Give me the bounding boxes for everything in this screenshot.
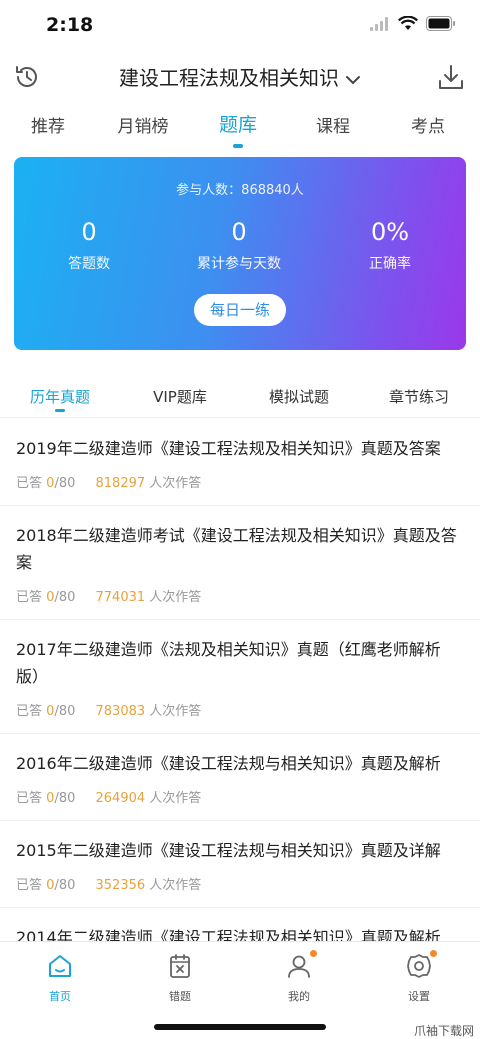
user-icon-wrap [285,950,317,980]
list-item[interactable]: 2018年二级建造师考试《建设工程法规及相关知识》真题及答案 已答 0/80 7… [0,506,480,620]
nav-settings-label: 设置 [408,990,430,1003]
settings-icon [407,954,431,978]
attempt-suffix: 人次作答 [149,590,202,605]
question-total: /80 [54,476,76,491]
tab-courses[interactable]: 课程 [293,112,373,137]
nav-profile-label: 我的 [288,990,310,1003]
home-indicator [154,1024,326,1030]
notification-dot [430,950,437,957]
main-tabs: 推荐 月销榜 题库 课程 考点 [0,108,480,152]
attempt-count: 774031 [95,590,146,605]
user-icon [288,955,310,978]
download-button[interactable] [436,62,466,92]
wifi-icon [398,16,418,30]
answered-prefix: 已答 [16,476,43,491]
status-bar: 2:18 [0,0,480,52]
nav-profile[interactable]: 我的 [259,950,339,1004]
paper-meta: 已答 0/80 352356 人次作答 [16,874,464,893]
participants-count: 参与人数：868840人 [176,183,304,198]
paper-title: 2015年二级建造师《建设工程法规与相关知识》真题及详解 [16,841,441,860]
status-icons [370,16,456,31]
list-item[interactable]: 2019年二级建造师《建设工程法规及相关知识》真题及答案 已答 0/80 818… [0,419,480,506]
answered-prefix: 已答 [16,590,43,605]
attempt-count: 352356 [95,878,146,893]
subtab-indicator [55,409,65,412]
stats-card: 参与人数：868840人 0 答题数 0 累计参与天数 0% 正确率 每日一练 [14,157,466,350]
stat-days-label: 累计参与天数 [197,256,281,272]
question-total: /80 [54,791,76,806]
stat-answered-value: 0 [81,218,97,246]
download-icon [439,65,463,89]
paper-meta: 已答 0/80 818297 人次作答 [16,472,464,491]
subtab-chapter-practice[interactable]: 章节练习 [364,386,474,407]
sub-tabs: 历年真题 VIP题库 模拟试题 章节练习 [0,376,480,418]
paper-meta: 已答 0/80 264904 人次作答 [16,787,464,806]
subtab-vip-bank[interactable]: VIP题库 [125,386,235,407]
stat-days-value: 0 [231,218,247,246]
stat-days: 0 累计参与天数 [174,217,304,273]
title-bar: 建设工程法规及相关知识 [0,56,480,100]
nav-wrong-questions-label: 错题 [169,990,191,1003]
tab-recommend[interactable]: 推荐 [8,112,88,137]
attempt-suffix: 人次作答 [149,878,202,893]
nav-wrong-questions[interactable]: 错题 [140,952,220,1004]
list-item[interactable]: 2017年二级建造师《法规及相关知识》真题（红鹰老师解析版） 已答 0/80 7… [0,620,480,734]
signal-icon [370,16,388,31]
stat-answered: 0 答题数 [24,217,154,273]
watermark: 爪袖下载网 [413,1024,474,1038]
attempt-count: 783083 [95,704,146,719]
nav-home-label: 首页 [49,990,71,1003]
subtab-past-papers[interactable]: 历年真题 [5,386,115,407]
notification-dot [310,950,317,957]
status-time: 2:18 [46,14,94,36]
stat-accuracy-label: 正确率 [369,256,411,272]
subject-selector[interactable]: 建设工程法规及相关知识 [0,62,480,91]
attempt-suffix: 人次作答 [149,791,202,806]
nav-home[interactable]: 首页 [20,952,100,1004]
attempt-suffix: 人次作答 [149,704,202,719]
question-total: /80 [54,704,76,719]
page-title: 建设工程法规及相关知识 [119,66,339,90]
question-total: /80 [54,878,76,893]
question-total: /80 [54,590,76,605]
answered-prefix: 已答 [16,878,43,893]
bottom-nav: 首页 错题 我的 设置 爪袖下载网 [0,941,480,1039]
attempt-count: 818297 [95,476,146,491]
stat-accuracy: 0% 正确率 [325,217,455,273]
list-item[interactable]: 2015年二级建造师《建设工程法规与相关知识》真题及详解 已答 0/80 352… [0,821,480,908]
paper-title: 2017年二级建造师《法规及相关知识》真题（红鹰老师解析版） [16,640,441,686]
daily-practice-button[interactable]: 每日一练 [194,294,286,326]
home-icon [49,955,71,977]
paper-list: 2019年二级建造师《建设工程法规及相关知识》真题及答案 已答 0/80 818… [0,419,480,966]
tab-question-bank[interactable]: 题库 [198,110,278,137]
attempt-suffix: 人次作答 [149,476,202,491]
paper-title: 2019年二级建造师《建设工程法规及相关知识》真题及答案 [16,439,441,458]
stat-accuracy-value: 0% [370,218,410,246]
battery-icon [426,16,455,31]
list-item[interactable]: 2016年二级建造师《建设工程法规与相关知识》真题及解析 已答 0/80 264… [0,734,480,821]
subtab-mock-exams[interactable]: 模拟试题 [244,386,354,407]
chevron-down-icon [346,75,360,84]
tab-monthly-bestsellers[interactable]: 月销榜 [103,112,183,137]
paper-meta: 已答 0/80 774031 人次作答 [16,586,464,605]
settings-icon-wrap [405,950,437,980]
answered-prefix: 已答 [16,791,43,806]
tab-key-points[interactable]: 考点 [388,112,468,137]
nav-settings[interactable]: 设置 [379,950,459,1004]
attempt-count: 264904 [95,791,146,806]
paper-meta: 已答 0/80 783083 人次作答 [16,700,464,719]
stat-answered-label: 答题数 [68,256,110,272]
paper-title: 2018年二级建造师考试《建设工程法规及相关知识》真题及答案 [16,526,457,572]
paper-title: 2016年二级建造师《建设工程法规与相关知识》真题及解析 [16,754,441,773]
answered-prefix: 已答 [16,704,43,719]
tab-indicator [233,144,243,148]
wrong-questions-icon [170,954,190,978]
